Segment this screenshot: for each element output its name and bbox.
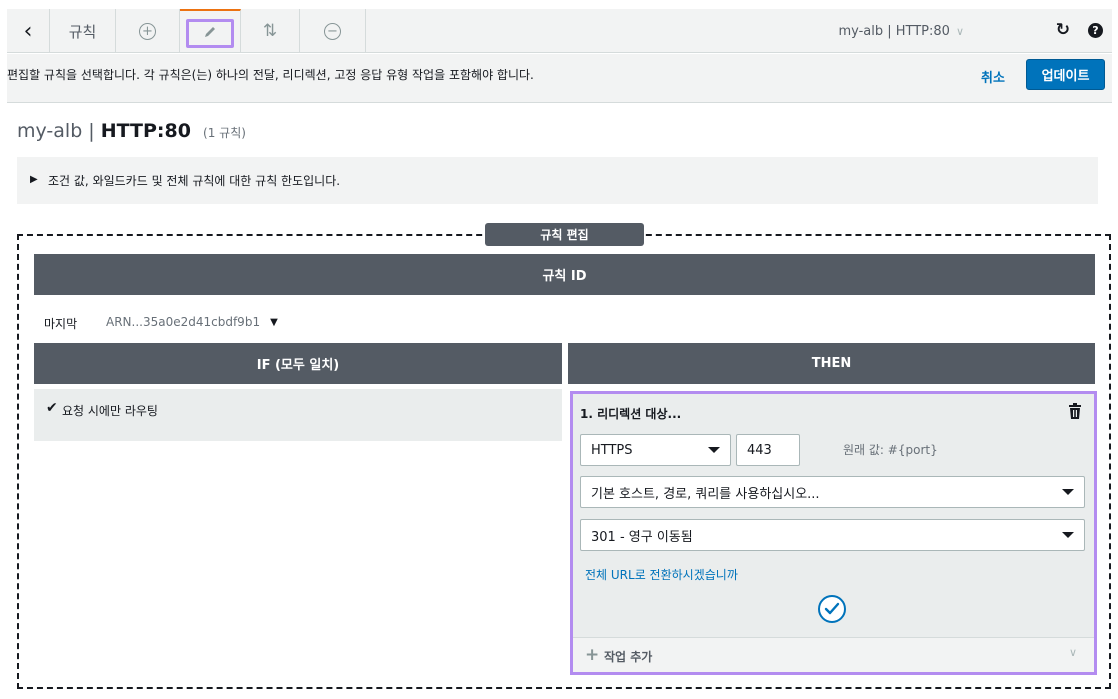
refresh-icon[interactable]: ↻ bbox=[1056, 20, 1070, 40]
status-code-select[interactable]: 301 - 영구 이동됨 bbox=[580, 519, 1085, 551]
trash-icon[interactable] bbox=[1068, 403, 1082, 419]
update-button[interactable]: 업데이트 bbox=[1026, 59, 1105, 90]
page-title: my-alb | HTTP:80 (1 규칙) bbox=[17, 120, 246, 142]
info-bar: 편집할 규칙을 선택합니다. 각 규칙은(는) 하나의 전달, 리디렉션, 고정… bbox=[7, 54, 1112, 103]
rule-count: (1 규칙) bbox=[203, 126, 246, 140]
back-button[interactable]: ‹ bbox=[7, 9, 50, 53]
if-header: IF (모두 일치) bbox=[34, 343, 562, 384]
original-value-hint: 원래 값: #{port} bbox=[843, 443, 938, 457]
edit-rules-button[interactable] bbox=[180, 9, 241, 53]
check-icon: ✔ bbox=[46, 400, 58, 416]
info-text: 편집할 규칙을 선택합니다. 각 규칙은(는) 하나의 전달, 리디렉션, 고정… bbox=[7, 68, 534, 82]
toolbar-title: 규칙 bbox=[50, 9, 116, 53]
add-action-button[interactable]: + 작업 추가 ∨ bbox=[573, 637, 1094, 672]
caret-down-icon bbox=[1062, 489, 1074, 495]
redirect-action-card: 1. 리디렉션 대상... HTTPS 443 원래 값: #{port} 기본… bbox=[570, 391, 1097, 675]
cancel-button[interactable]: 취소 bbox=[981, 67, 1005, 86]
rule-arn: ARN...35a0e2d41cbdf9b1 bbox=[106, 315, 261, 329]
rule-limits-text: 조건 값, 와일드카드 및 전체 규칙에 대한 규칙 한도입니다. bbox=[48, 174, 341, 188]
chevron-down-icon: ∨ bbox=[955, 24, 964, 38]
minus-circle-icon: − bbox=[324, 22, 341, 40]
rule-priority: 마지막 bbox=[44, 317, 78, 331]
help-icon[interactable]: ? bbox=[1088, 23, 1103, 38]
load-balancer-name: my-alb | bbox=[17, 120, 95, 142]
condition-item[interactable]: ✔ 요청 시에만 라우팅 bbox=[34, 389, 562, 441]
add-rule-button[interactable]: + bbox=[116, 9, 180, 53]
protocol-select[interactable]: HTTPS bbox=[580, 434, 731, 466]
port-input[interactable]: 443 bbox=[736, 434, 800, 466]
caret-down-icon bbox=[1062, 532, 1074, 538]
rule-edit-tag: 규칙 편집 bbox=[485, 223, 644, 246]
condition-text: 요청 시에만 라우팅 bbox=[62, 404, 158, 418]
chevron-left-icon: ‹ bbox=[23, 18, 33, 44]
listener-select-value: my-alb | HTTP:80 bbox=[838, 23, 950, 39]
toolbar: ‹ 규칙 + ⇅ − my-alb | HTTP:80 ∨ ↻ ? bbox=[7, 9, 1112, 53]
delete-rules-button[interactable]: − bbox=[300, 9, 366, 53]
reorder-icon: ⇅ bbox=[262, 21, 278, 41]
caret-down-icon: ▼ bbox=[270, 316, 278, 328]
switch-full-url-link[interactable]: 전체 URL로 전환하시겠습니까 bbox=[585, 566, 738, 583]
then-header: THEN bbox=[568, 343, 1095, 384]
plus-icon: + bbox=[585, 645, 600, 665]
port-value: 443 bbox=[747, 442, 772, 458]
rule-arn-select[interactable]: ARN...35a0e2d41cbdf9b1 ▼ bbox=[106, 315, 278, 329]
caret-right-icon: ▶ bbox=[30, 174, 38, 185]
confirm-check-icon[interactable] bbox=[818, 595, 846, 623]
rule-limits-expander[interactable]: ▶ 조건 값, 와일드카드 및 전체 규칙에 대한 규칙 한도입니다. bbox=[17, 157, 1098, 204]
action-title: 1. 리디렉션 대상... bbox=[580, 407, 682, 421]
status-code-value: 301 - 영구 이동됨 bbox=[591, 529, 693, 545]
host-path-query-value: 기본 호스트, 경로, 쿼리를 사용하십시오... bbox=[591, 486, 820, 502]
edit-highlight bbox=[186, 19, 234, 48]
reorder-rules-button[interactable]: ⇅ bbox=[241, 9, 300, 53]
listener-select[interactable]: my-alb | HTTP:80 ∨ bbox=[838, 9, 964, 53]
caret-down-icon bbox=[708, 447, 720, 453]
host-path-query-select[interactable]: 기본 호스트, 경로, 쿼리를 사용하십시오... bbox=[580, 476, 1085, 508]
protocol-value: HTTPS bbox=[591, 442, 633, 458]
chevron-down-icon: ∨ bbox=[1069, 646, 1078, 659]
plus-circle-icon: + bbox=[139, 22, 156, 40]
add-action-label: 작업 추가 bbox=[604, 650, 653, 664]
listener-name: HTTP:80 bbox=[100, 120, 191, 142]
rule-id-header: 규칙 ID bbox=[34, 254, 1095, 295]
